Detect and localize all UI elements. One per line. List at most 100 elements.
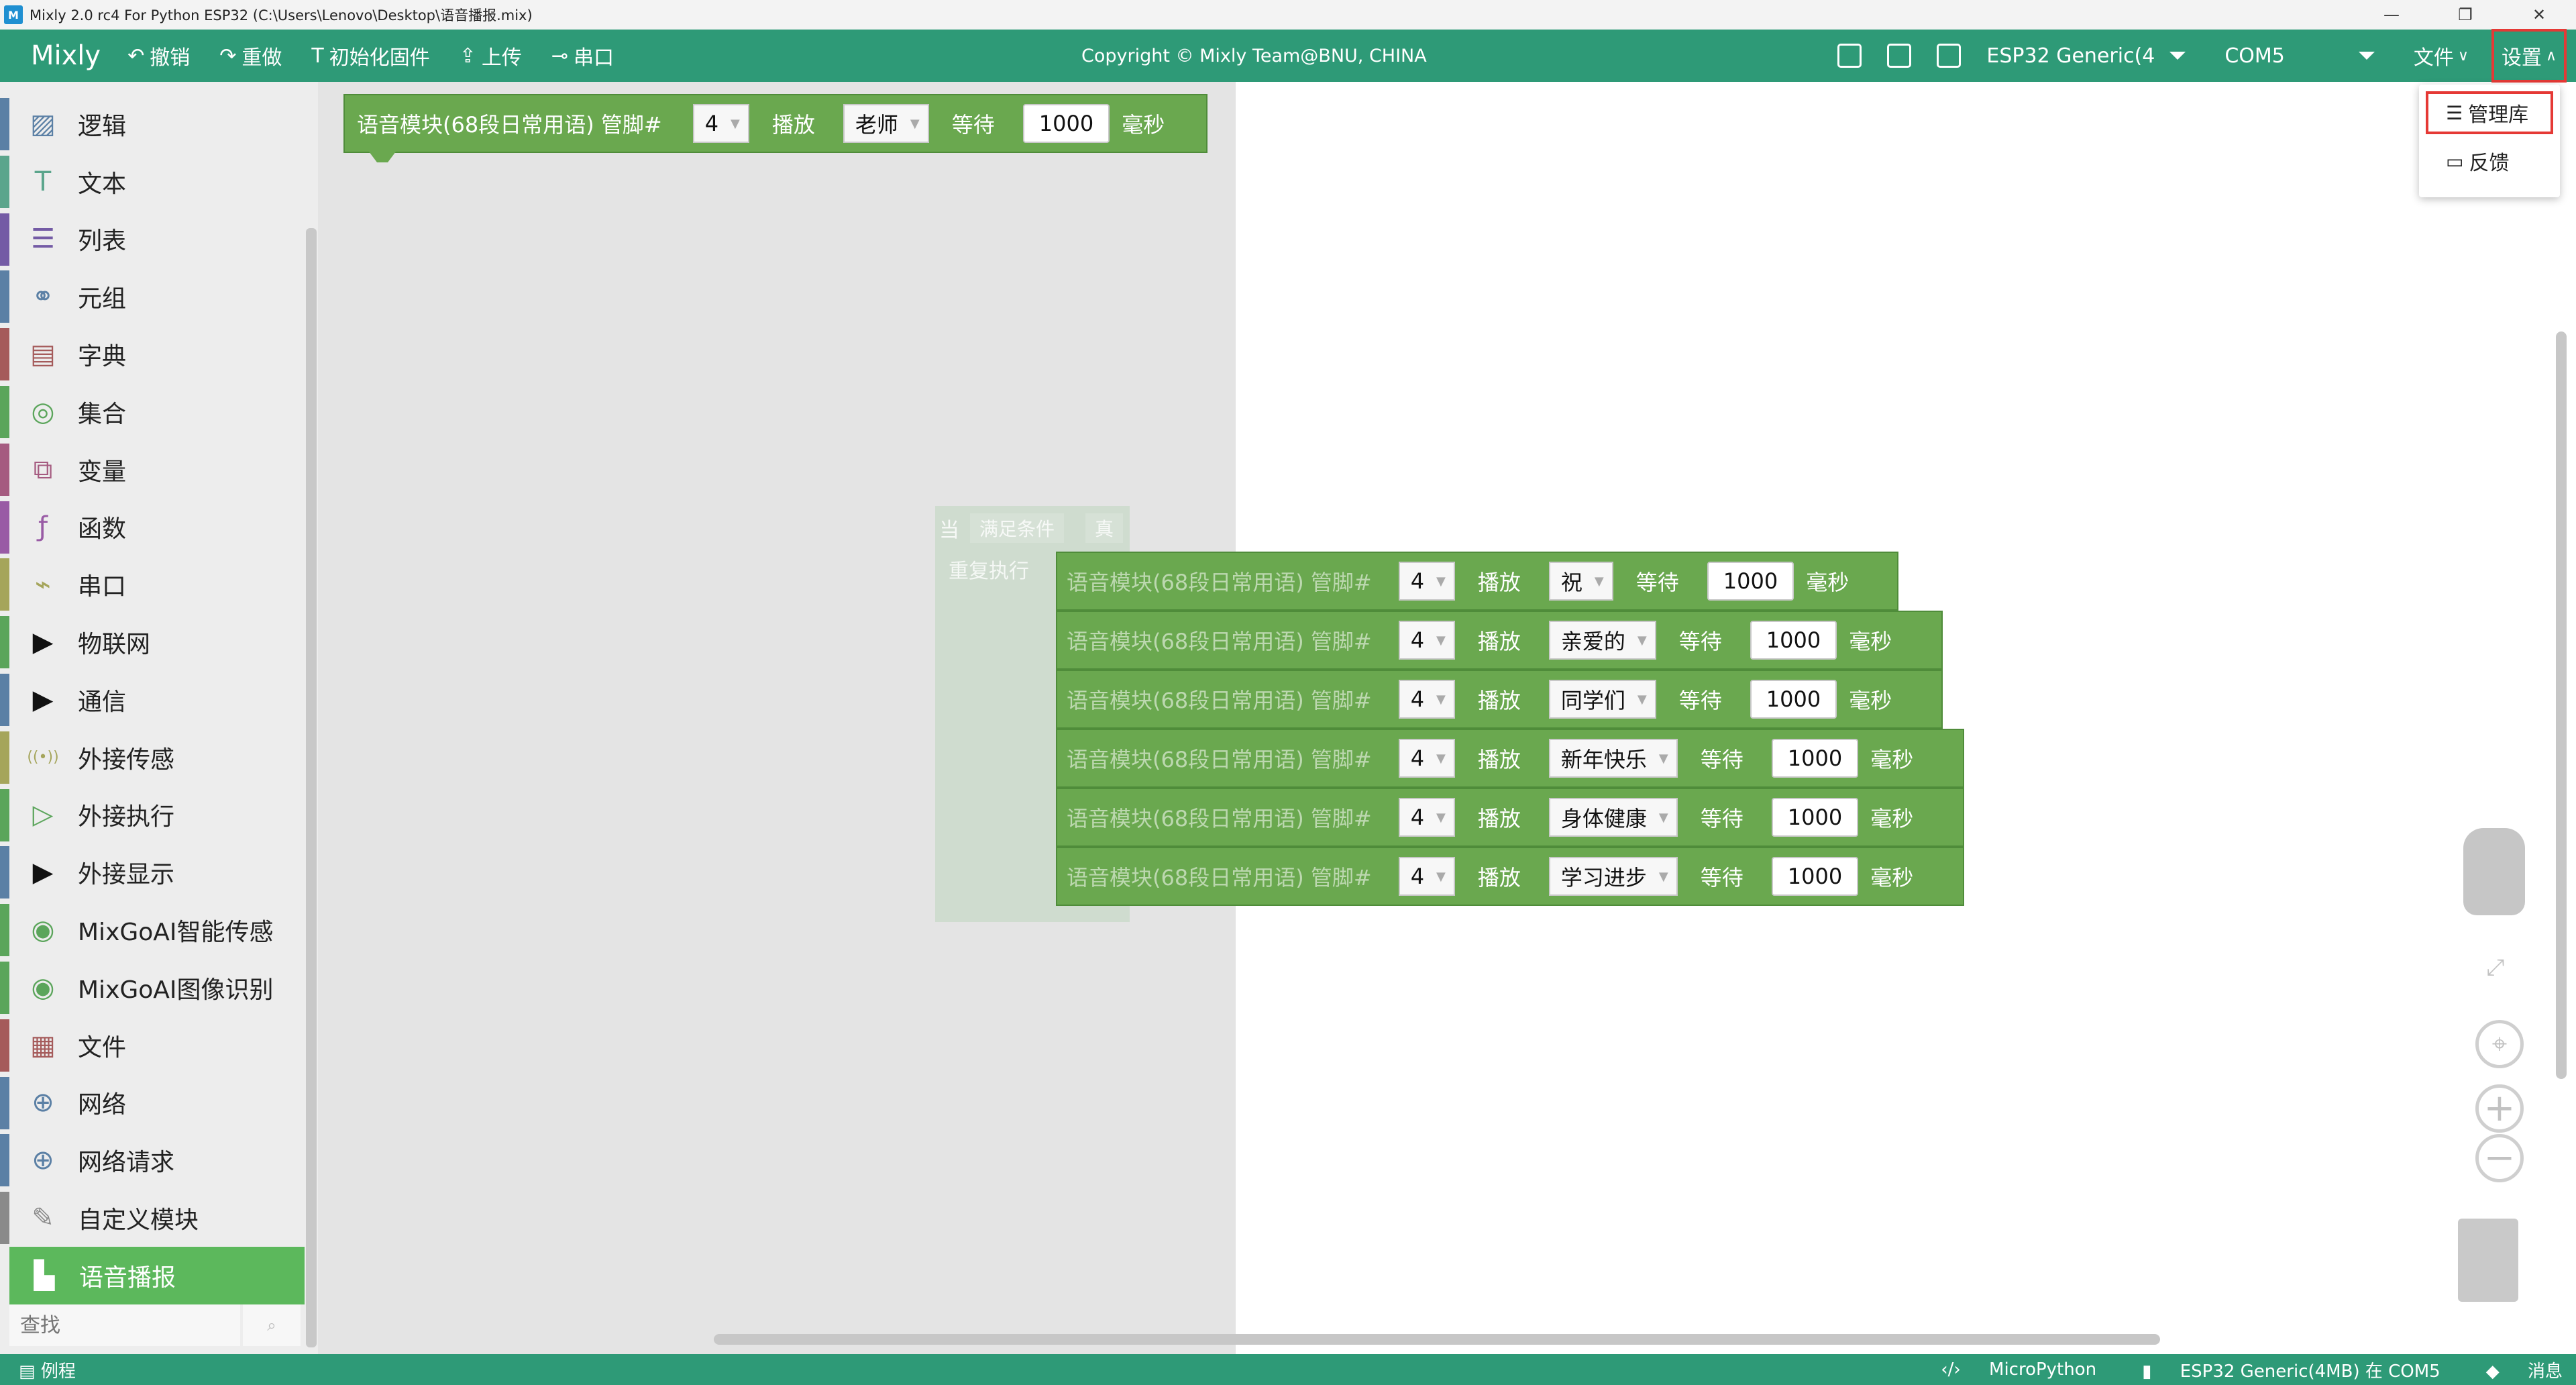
- minimize-icon[interactable]: —: [2355, 0, 2428, 30]
- manage-libraries-item[interactable]: ☰ 管理库: [2426, 91, 2553, 134]
- phrase-dropdown[interactable]: 身体健康 ▼: [1548, 798, 1678, 837]
- toolbox-scrollbar[interactable]: [306, 228, 317, 1347]
- category-item[interactable]: ⚭ 元组: [0, 268, 305, 325]
- settings-menu[interactable]: 设置 ∧: [2491, 29, 2567, 83]
- category-item[interactable]: ▶ 通信: [0, 671, 305, 729]
- voice-block[interactable]: 语音模块(68段日常用语) 管脚# 4 ▼ 播放 身体健康 ▼ 等待 1000 毫秒: [1056, 788, 1964, 847]
- undo-button[interactable]: ↶ 撤销: [127, 41, 190, 70]
- undo-label: 撤销: [150, 46, 191, 70]
- examples-button[interactable]: ▤ 例程: [19, 1357, 76, 1382]
- workspace-vertical-scrollbar[interactable]: [2556, 331, 2567, 1079]
- pin-dropdown[interactable]: 4 ▼: [1398, 621, 1455, 660]
- search-icon[interactable]: ⌕: [243, 1304, 301, 1346]
- voice-block[interactable]: 语音模块(68段日常用语) 管脚# 4 ▼ 播放 亲爱的 ▼ 等待 1000 毫秒: [1056, 611, 1943, 670]
- file-menu[interactable]: 文件 ∨: [2414, 41, 2469, 70]
- category-color-strip: [0, 213, 9, 266]
- category-item[interactable]: ((•)) 外接传感: [0, 729, 305, 786]
- pin-dropdown[interactable]: 4 ▼: [692, 104, 749, 143]
- phrase-dropdown[interactable]: 祝 ▼: [1548, 562, 1613, 601]
- zoom-in-icon[interactable]: +: [2475, 1084, 2524, 1133]
- category-item[interactable]: ◉ MixGoAI图像识别: [0, 959, 305, 1017]
- layout-left-icon[interactable]: [1887, 44, 1912, 68]
- category-item[interactable]: ⊕ 网络: [0, 1074, 305, 1132]
- ms-input[interactable]: 1000: [1771, 739, 1859, 778]
- toolbox-search-input[interactable]: [9, 1304, 240, 1346]
- category-item[interactable]: ▙ 语音播报: [9, 1246, 305, 1304]
- loop-value-dropdown[interactable]: 真: [1085, 513, 1124, 543]
- upload-button[interactable]: ⇪ 上传: [460, 41, 522, 70]
- phrase-dropdown[interactable]: 同学们 ▼: [1548, 680, 1656, 719]
- phrase-dropdown[interactable]: 学习进步 ▼: [1548, 857, 1678, 896]
- category-item[interactable]: ƒ 函数: [0, 499, 305, 556]
- recenter-icon[interactable]: ⌖: [2475, 1020, 2524, 1068]
- play-label: 播放: [1477, 688, 1521, 713]
- phrase-dropdown[interactable]: 老师 ▼: [843, 104, 929, 143]
- pin-dropdown[interactable]: 4 ▼: [1398, 739, 1455, 778]
- redo-button[interactable]: ↷ 重做: [219, 41, 282, 70]
- wait-label: 等待: [1700, 806, 1743, 831]
- ms-value: 1000: [1038, 111, 1094, 136]
- ms-input[interactable]: 1000: [1771, 857, 1859, 896]
- workspace-horizontal-scrollbar[interactable]: [714, 1334, 2160, 1345]
- ms-input[interactable]: 1000: [1750, 621, 1837, 660]
- backpack-icon[interactable]: [2463, 828, 2525, 915]
- language-indicator[interactable]: ‹/› MicroPython: [1918, 1360, 2096, 1380]
- pin-dropdown[interactable]: 4 ▼: [1398, 857, 1455, 896]
- voice-block[interactable]: 语音模块(68段日常用语) 管脚# 4 ▼ 播放 学习进步 ▼ 等待 1000 毫秒: [1056, 847, 1964, 906]
- category-item[interactable]: ✎ 自定义模块: [0, 1189, 305, 1247]
- category-item[interactable]: ▤ 字典: [0, 325, 305, 383]
- voice-block[interactable]: 语音模块(68段日常用语) 管脚# 4 ▼ 播放 新年快乐 ▼ 等待 1000 毫秒: [1056, 729, 1964, 788]
- board-status[interactable]: ▮ ESP32 Generic(4MB) 在 COM5: [2119, 1357, 2440, 1382]
- phrase-dropdown[interactable]: 新年快乐 ▼: [1548, 739, 1678, 778]
- code-view-icon[interactable]: [1937, 44, 1962, 68]
- fullscreen-icon[interactable]: ⤢: [2475, 947, 2516, 988]
- loop-condition-dropdown[interactable]: 满足条件: [970, 513, 1065, 543]
- phrase-dropdown[interactable]: 亲爱的 ▼: [1548, 621, 1656, 660]
- ms-input[interactable]: 1000: [1771, 798, 1859, 837]
- category-label: 外接显示: [78, 861, 175, 889]
- category-item[interactable]: ◎ 集合: [0, 383, 305, 441]
- pin-dropdown[interactable]: 4 ▼: [1398, 562, 1455, 601]
- category-item[interactable]: ▨ 逻辑: [0, 95, 305, 153]
- pin-dropdown[interactable]: 4 ▼: [1398, 680, 1455, 719]
- loop-do-label: 重复执行: [949, 560, 1029, 583]
- close-icon[interactable]: ✕: [2502, 0, 2576, 30]
- ms-input[interactable]: 1000: [1022, 104, 1110, 143]
- pin-value: 4: [1410, 686, 1425, 712]
- category-label: 网络: [78, 1091, 127, 1119]
- trash-icon[interactable]: [2458, 1219, 2518, 1302]
- zoom-out-icon[interactable]: −: [2475, 1134, 2524, 1182]
- messages-button[interactable]: ◆ 消息: [2463, 1357, 2563, 1382]
- category-item[interactable]: ▶ 物联网: [0, 613, 305, 671]
- flyout-voice-block[interactable]: 语音模块(68段日常用语) 管脚# 4 ▼ 播放 老师 ▼ 等待 1000 毫秒: [343, 94, 1208, 162]
- category-color-strip: [0, 385, 9, 438]
- feedback-item[interactable]: ▭ 反馈: [2426, 140, 2553, 183]
- category-item[interactable]: ⌁ 串口: [0, 556, 305, 613]
- category-item[interactable]: ◉ MixGoAI智能传感: [0, 901, 305, 959]
- board-select[interactable]: ESP32 Generic(4: [1986, 44, 2186, 68]
- pen-icon: ✎: [32, 1202, 54, 1234]
- category-item[interactable]: T 文本: [0, 153, 305, 211]
- port-select[interactable]: COM5: [2224, 44, 2375, 68]
- voice-block[interactable]: 语音模块(68段日常用语) 管脚# 4 ▼ 播放祝 ▼ 等待 1000 毫秒: [1056, 552, 1898, 611]
- category-item[interactable]: ⊕ 网络请求: [0, 1131, 305, 1189]
- category-item[interactable]: ▷ 外接执行: [0, 786, 305, 844]
- dropdown-arrow-icon: ▼: [910, 116, 920, 131]
- port-caret-icon: [2358, 52, 2375, 60]
- voice-block[interactable]: 语音模块(68段日常用语) 管脚# 4 ▼ 播放 同学们 ▼ 等待 1000 毫秒: [1056, 670, 1943, 729]
- layout-bottom-icon[interactable]: [1837, 44, 1862, 68]
- restore-icon[interactable]: ❐: [2428, 0, 2502, 30]
- category-color-strip: [0, 961, 9, 1014]
- pin-dropdown[interactable]: 4 ▼: [1398, 798, 1455, 837]
- settings-dropdown: ☰ 管理库 ▭ 反馈: [2419, 85, 2560, 197]
- ms-input[interactable]: 1000: [1707, 562, 1794, 601]
- ms-input[interactable]: 1000: [1750, 680, 1837, 719]
- category-item[interactable]: ▦ 文件: [0, 1017, 305, 1074]
- init-firmware-button[interactable]: T 初始化固件: [311, 41, 429, 70]
- category-item[interactable]: ▶ 外接显示: [0, 843, 305, 901]
- serial-button[interactable]: ⊸ 串口: [551, 41, 614, 70]
- category-item[interactable]: ⧉ 变量: [0, 441, 305, 499]
- category-item[interactable]: ☰ 列表: [0, 211, 305, 268]
- category-color-strip: [0, 673, 9, 726]
- block-label: 语音模块(68段日常用语) 管脚#: [1067, 629, 1372, 654]
